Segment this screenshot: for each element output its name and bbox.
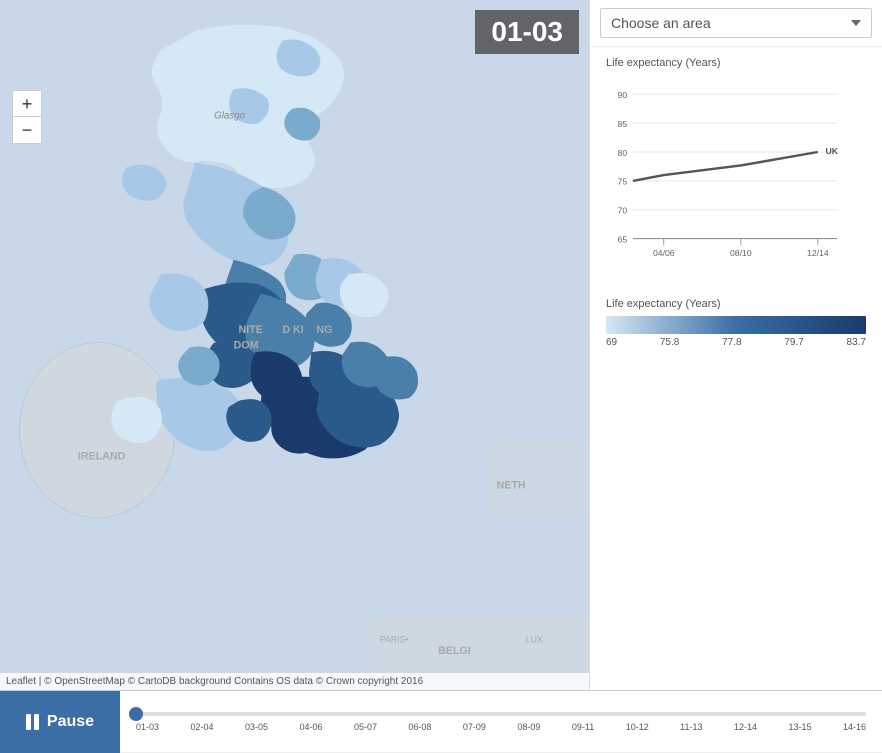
- timeline-label-2: 03-05: [245, 722, 268, 732]
- svg-text:80: 80: [618, 148, 628, 158]
- timeline-label-1: 02-04: [190, 722, 213, 732]
- pause-button[interactable]: Pause: [0, 691, 120, 753]
- timeline-label-4: 05-07: [354, 722, 377, 732]
- legend-section: Life expectancy (Years) 69 75.8 77.8 79.…: [590, 288, 882, 358]
- timeline-label-12: 13-15: [788, 722, 811, 732]
- svg-text:DOM: DOM: [234, 339, 259, 351]
- svg-text:PARIS•: PARIS•: [380, 634, 409, 644]
- zoom-out-button[interactable]: −: [13, 117, 41, 143]
- timeline-label-8: 09-11: [572, 722, 594, 732]
- pause-label: Pause: [47, 713, 94, 731]
- timeline-label-7: 08-09: [517, 722, 540, 732]
- svg-text:NG: NG: [316, 324, 332, 336]
- zoom-in-button[interactable]: +: [13, 91, 41, 117]
- legend-color-bar: [606, 316, 866, 334]
- timeline-thumb[interactable]: [129, 707, 143, 721]
- right-panel: Choose an area East Midlands East of Eng…: [589, 0, 882, 690]
- legend-labels: 69 75.8 77.8 79.7 83.7: [606, 337, 866, 348]
- bottom-bar: Pause 01-03 02-04 03-05 04-06 05-07 06-0…: [0, 690, 882, 752]
- svg-text:08/10: 08/10: [730, 248, 752, 258]
- legend-mid2-label: 77.8: [722, 337, 741, 348]
- area-selector-section: Choose an area East Midlands East of Eng…: [590, 0, 882, 47]
- svg-text:90: 90: [618, 90, 628, 100]
- map-container[interactable]: 01-03 + − Dublin• IRELAND BELGI PARIS• L…: [0, 0, 589, 690]
- svg-text:85: 85: [618, 119, 628, 129]
- timeline-labels: 01-03 02-04 03-05 04-06 05-07 06-08 07-0…: [136, 722, 866, 732]
- map-attribution: Leaflet | © OpenStreetMap © CartoDB back…: [0, 673, 589, 690]
- svg-text:12/14: 12/14: [807, 248, 829, 258]
- uk-map-svg: Dublin• IRELAND BELGI PARIS• LUX NETH: [0, 0, 589, 690]
- timeline-label-13: 14-16: [843, 722, 866, 732]
- svg-text:Glasgo: Glasgo: [214, 111, 245, 122]
- svg-text:D KI: D KI: [282, 324, 303, 336]
- timeline-label-10: 11-13: [680, 722, 702, 732]
- area-select-dropdown[interactable]: Choose an area East Midlands East of Eng…: [600, 8, 872, 38]
- timeline-label-6: 07-09: [463, 722, 486, 732]
- svg-text:IRELAND: IRELAND: [78, 450, 126, 462]
- timeline-label-9: 10-12: [626, 722, 649, 732]
- map-period-label: 01-03: [475, 10, 579, 54]
- legend-mid3-label: 79.7: [784, 337, 803, 348]
- timeline-label-5: 06-08: [408, 722, 431, 732]
- timeline-label-3: 04-06: [299, 722, 322, 732]
- timeline-label-0: 01-03: [136, 722, 159, 732]
- svg-text:70: 70: [618, 206, 628, 216]
- pause-bar-right: [34, 714, 39, 730]
- legend-title: Life expectancy (Years): [606, 298, 866, 310]
- line-chart-section: Life expectancy (Years) 90 85 80 75 70 6…: [590, 47, 882, 288]
- svg-text:UK: UK: [826, 146, 839, 156]
- line-chart-title: Life expectancy (Years): [606, 57, 866, 69]
- svg-text:65: 65: [618, 235, 628, 245]
- svg-text:LUX: LUX: [526, 634, 543, 644]
- pause-icon: [26, 714, 39, 730]
- pause-bar-left: [26, 714, 31, 730]
- timeline[interactable]: 01-03 02-04 03-05 04-06 05-07 06-08 07-0…: [120, 712, 882, 732]
- svg-text:NITE: NITE: [239, 324, 263, 336]
- timeline-label-11: 12-14: [734, 722, 757, 732]
- svg-text:BELGI: BELGI: [438, 645, 471, 657]
- timeline-track[interactable]: [136, 712, 866, 716]
- svg-text:75: 75: [618, 177, 628, 187]
- legend-mid1-label: 75.8: [660, 337, 679, 348]
- legend-min-label: 69: [606, 337, 617, 348]
- legend-max-label: 83.7: [847, 337, 866, 348]
- svg-text:04/06: 04/06: [653, 248, 675, 258]
- zoom-controls: + −: [12, 90, 42, 144]
- svg-text:NETH: NETH: [497, 480, 526, 492]
- line-chart-svg: 90 85 80 75 70 65: [606, 73, 866, 283]
